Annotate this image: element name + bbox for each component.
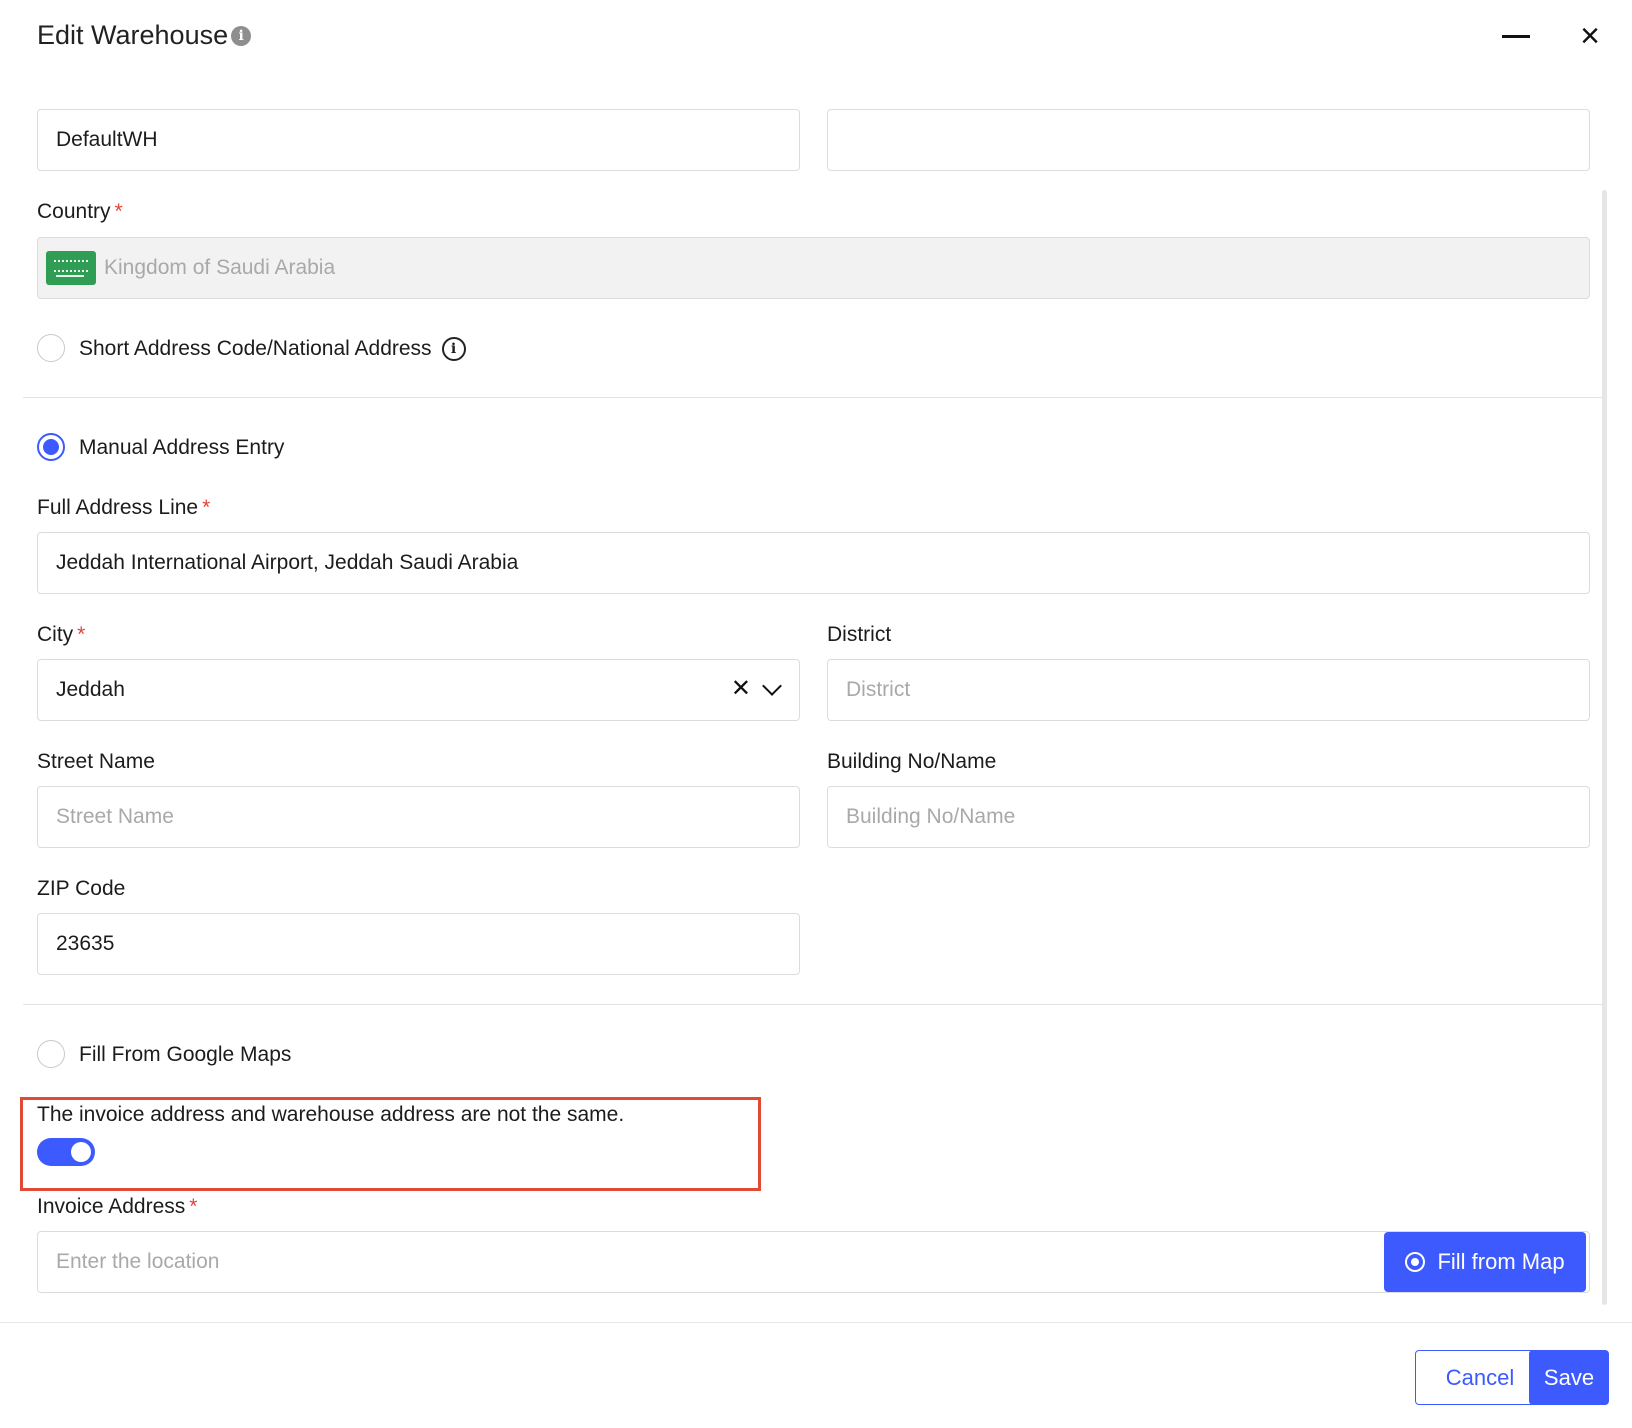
city-select-controls: ✕ [731,676,782,701]
invoice-different-toggle[interactable] [37,1138,95,1166]
warehouse-secondary-input[interactable] [827,109,1590,171]
city-select[interactable]: Jeddah ✕ [37,659,800,721]
minimize-icon[interactable] [1502,22,1532,52]
save-button[interactable]: Save [1529,1350,1609,1405]
street-label: Street Name [37,750,155,773]
district-placeholder: District [846,678,911,701]
zip-label: ZIP Code [37,877,126,900]
required-marker: * [202,496,211,519]
building-placeholder: Building No/Name [846,805,1016,828]
required-marker: * [77,623,86,646]
info-icon[interactable]: i [231,25,252,46]
building-label: Building No/Name [827,750,997,773]
warehouse-name-input[interactable]: DefaultWH [37,109,800,171]
required-marker: * [189,1195,198,1218]
country-label: Country * [37,200,123,224]
section-divider [23,397,1603,398]
full-address-label-text: Full Address Line [37,496,199,519]
fill-from-map-button[interactable]: Fill from Map [1384,1232,1586,1292]
fill-from-map-label: Fill from Map [1437,1249,1565,1274]
close-icon[interactable]: × [1572,18,1608,54]
scrollbar[interactable] [1602,190,1607,1305]
warehouse-name-value: DefaultWH [56,128,158,151]
short-address-label-text: Short Address Code/National Address [79,337,432,360]
full-address-value: Jeddah International Airport, Jeddah Sau… [56,551,519,574]
chevron-down-icon[interactable] [762,676,782,696]
required-marker: * [114,200,123,223]
manual-address-label: Manual Address Entry [79,436,285,459]
city-label-text: City [37,623,74,646]
city-value: Jeddah [56,678,125,701]
country-select: Kingdom of Saudi Arabia [37,237,1590,299]
building-input[interactable]: Building No/Name [827,786,1590,848]
dialog-title: Edit Warehouse i [37,20,252,51]
district-label: District [827,623,892,646]
edit-warehouse-dialog: Edit Warehouse i × DefaultWH Country * Ki… [0,0,1632,1428]
full-address-input[interactable]: Jeddah International Airport, Jeddah Sau… [37,532,1590,594]
radio-manual-address[interactable] [37,433,65,461]
radio-google-maps[interactable] [37,1040,65,1068]
zip-value: 23635 [56,932,115,955]
cancel-button[interactable]: Cancel [1415,1350,1545,1405]
google-maps-label: Fill From Google Maps [79,1043,292,1066]
clear-icon[interactable]: ✕ [731,677,751,701]
invoice-address-placeholder: Enter the location [56,1250,220,1273]
location-target-icon [1405,1252,1426,1272]
radio-short-address[interactable] [37,334,65,362]
invoice-address-label-text: Invoice Address [37,1195,186,1218]
country-value: Kingdom of Saudi Arabia [104,256,336,279]
invoice-toggle-label: The invoice address and warehouse addres… [37,1103,625,1126]
info-icon[interactable]: i [441,337,466,361]
country-label-text: Country [37,200,111,223]
city-label: City * [37,623,85,647]
district-input[interactable]: District [827,659,1590,721]
footer-divider [0,1322,1632,1323]
section-divider [23,1004,1603,1005]
street-placeholder: Street Name [56,805,174,828]
full-address-label: Full Address Line * [37,496,210,520]
invoice-address-label: Invoice Address * [37,1195,197,1219]
dialog-title-text: Edit Warehouse [37,20,229,50]
short-address-label: Short Address Code/National Address i [79,335,466,363]
zip-input[interactable]: 23635 [37,913,800,975]
saudi-flag-icon [46,251,96,285]
street-input[interactable]: Street Name [37,786,800,848]
invoice-address-input[interactable]: Enter the location [37,1231,1590,1293]
